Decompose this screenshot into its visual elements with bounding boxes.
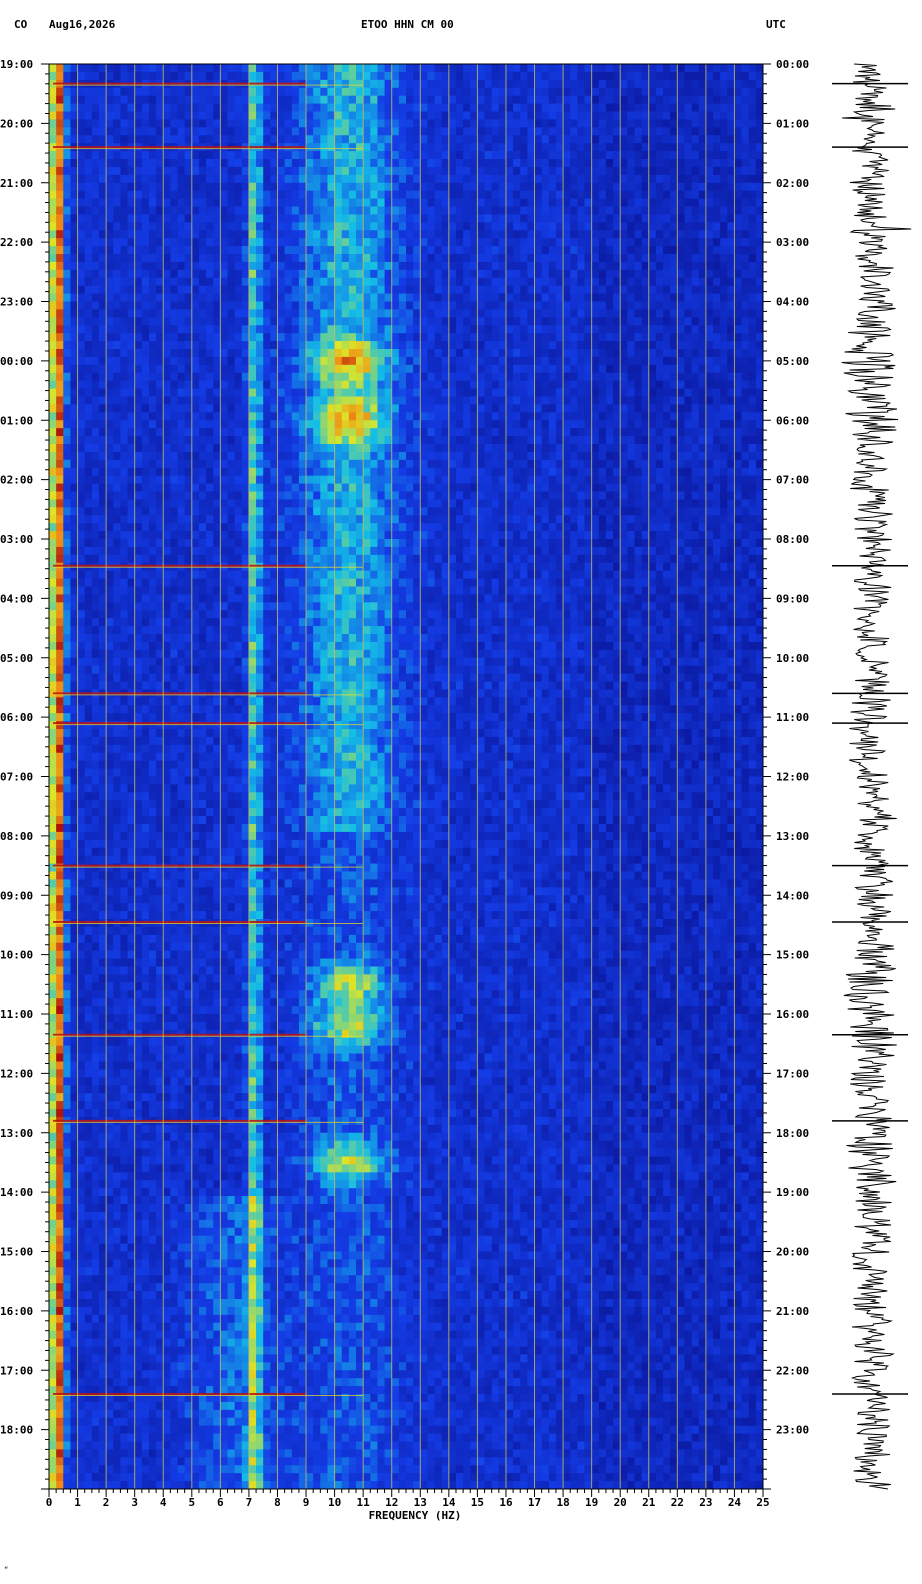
left-tick-label: 08:00 <box>0 830 33 843</box>
right-tick-label: 15:00 <box>776 949 809 962</box>
right-tick-label: 19:00 <box>776 1186 809 1199</box>
right-tick-label: 18:00 <box>776 1127 809 1140</box>
left-tick-label: 11:00 <box>0 1008 33 1021</box>
x-tick-label: 5 <box>188 1496 195 1509</box>
right-time-axis: 00:00 01:00 02:00 03:00 04:00 05:00 06:00 07:00… <box>763 58 809 1490</box>
left-tick-label: 12:00 <box>0 1067 33 1080</box>
x-tick-label: 6 <box>217 1496 224 1509</box>
left-tick-label: 01:00 <box>0 414 33 427</box>
right-tick-label: 22:00 <box>776 1364 809 1377</box>
x-tick-label: 16 <box>499 1496 513 1509</box>
x-tick-label: 4 <box>160 1496 167 1509</box>
x-tick-label: 8 <box>274 1496 281 1509</box>
seismogram-trace <box>832 63 912 1490</box>
right-tick-label: 02:00 <box>776 177 809 190</box>
left-tick-label: 02:00 <box>0 474 33 487</box>
left-tick-label: 14:00 <box>0 1186 33 1199</box>
x-tick-label: 2 <box>103 1496 110 1509</box>
left-tick-label: 16:00 <box>0 1305 33 1318</box>
x-axis-label: FREQUENCY (HZ) <box>368 1509 462 1522</box>
x-tick-label: 3 <box>131 1496 138 1509</box>
left-tick-label: 15:00 <box>0 1246 33 1259</box>
x-tick-label: 14 <box>442 1496 456 1509</box>
right-tick-label: 04:00 <box>776 296 809 309</box>
x-tick-label: 0 <box>46 1496 53 1509</box>
left-tick-label: 20:00 <box>0 117 33 130</box>
right-tick-label: 07:00 <box>776 474 809 487</box>
left-tick-label: 10:00 <box>0 949 33 962</box>
right-tick-label: 00:00 <box>776 58 809 71</box>
x-tick-label: 12 <box>385 1496 398 1509</box>
right-tick-label: 20:00 <box>776 1246 809 1259</box>
left-tick-label: 00:00 <box>0 355 33 368</box>
right-tick-label: 08:00 <box>776 533 809 546</box>
right-tick-label: 12:00 <box>776 771 809 784</box>
x-tick-label: 10 <box>328 1496 341 1509</box>
left-tick-label: 18:00 <box>0 1424 33 1437</box>
left-tick-label: 04:00 <box>0 592 33 605</box>
right-tick-label: 17:00 <box>776 1067 809 1080</box>
x-tick-label: 19 <box>585 1496 598 1509</box>
footer-mark: “ <box>4 1566 9 1574</box>
trace-line <box>841 63 912 1490</box>
x-tick-label: 24 <box>728 1496 742 1509</box>
left-tick-label: 03:00 <box>0 533 33 546</box>
x-tick-label: 22 <box>671 1496 684 1509</box>
left-tick-label: 13:00 <box>0 1127 33 1140</box>
spectrogram-image <box>49 64 764 1490</box>
x-tick-label: 18 <box>556 1496 569 1509</box>
x-tick-label: 15 <box>471 1496 484 1509</box>
x-tick-label: 11 <box>357 1496 371 1509</box>
left-tick-label: 17:00 <box>0 1364 33 1377</box>
right-tick-label: 21:00 <box>776 1305 809 1318</box>
x-tick-label: 1 <box>74 1496 81 1509</box>
frequency-axis: 0 1 2 3 4 5 6 7 8 9 10 11 12 13 14 15 16 17 18 19 20 21 22 23 24… <box>46 1489 770 1509</box>
x-tick-label: 17 <box>528 1496 541 1509</box>
x-tick-label: 13 <box>414 1496 427 1509</box>
left-tick-label: 23:00 <box>0 296 33 309</box>
right-tick-label: 05:00 <box>776 355 809 368</box>
x-tick-label: 23 <box>699 1496 712 1509</box>
x-tick-label: 7 <box>246 1496 253 1509</box>
x-tick-label: 9 <box>303 1496 310 1509</box>
right-tick-label: 01:00 <box>776 117 809 130</box>
right-tick-label: 11:00 <box>776 711 809 724</box>
x-tick-label: 25 <box>756 1496 769 1509</box>
right-tick-label: 09:00 <box>776 592 809 605</box>
left-tick-label: 19:00 <box>0 58 33 71</box>
left-tick-label: 21:00 <box>0 177 33 190</box>
x-tick-label: 21 <box>642 1496 656 1509</box>
left-time-axis: 19:00 20:00 21:00 22:00 23:00 00:00 01:00 02:00… <box>0 58 49 1490</box>
left-tick-label: 06:00 <box>0 711 33 724</box>
right-tick-label: 13:00 <box>776 830 809 843</box>
left-tick-label: 05:00 <box>0 652 33 665</box>
x-tick-label: 20 <box>614 1496 627 1509</box>
left-tick-label: 22:00 <box>0 236 33 249</box>
right-tick-label: 06:00 <box>776 414 809 427</box>
right-tick-label: 16:00 <box>776 1008 809 1021</box>
spectrogram-chart: 19:00 20:00 21:00 22:00 23:00 00:00 01:00 02:00… <box>0 58 912 1509</box>
left-tick-label: 09:00 <box>0 889 33 902</box>
right-tick-label: 23:00 <box>776 1424 809 1437</box>
right-tick-label: 03:00 <box>776 236 809 249</box>
right-tick-label: 14:00 <box>776 889 809 902</box>
right-tick-label: 10:00 <box>776 652 809 665</box>
left-tick-label: 07:00 <box>0 771 33 784</box>
